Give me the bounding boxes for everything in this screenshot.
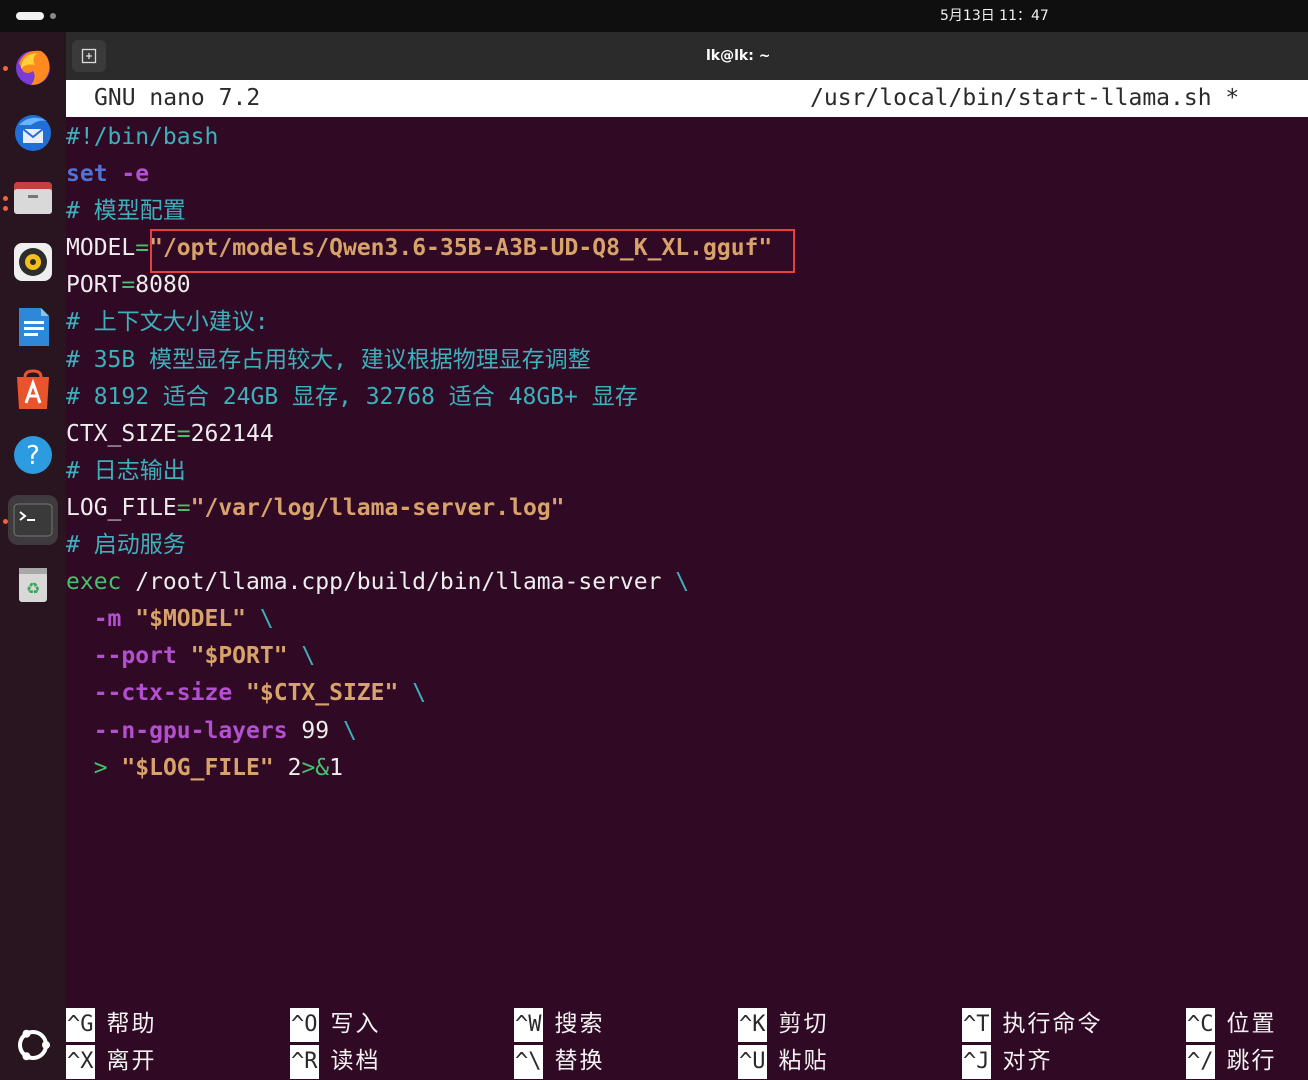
writer-icon[interactable] <box>8 302 58 352</box>
trash-icon[interactable]: ♻ <box>8 559 58 609</box>
terminal-window: lk@lk: ~ GNU nano 7.2 /usr/local/bin/sta… <box>66 32 1308 1080</box>
code-line[interactable]: # 启动服务 <box>66 527 1308 564</box>
code-line[interactable]: set -e <box>66 156 1308 193</box>
clock[interactable]: 5月13日 11：47 <box>0 0 1308 32</box>
code-line[interactable]: # 8192 适合 24GB 显存, 32768 适合 48GB+ 显存 <box>66 379 1308 416</box>
shortcut-justify[interactable]: ^J 对齐 <box>962 1043 1053 1080</box>
highlight-annotation-box <box>150 229 795 273</box>
shortcut-location[interactable]: ^C 位置 <box>1186 1006 1277 1043</box>
shortcut-cut[interactable]: ^K 剪切 <box>738 1006 829 1043</box>
code-line[interactable]: CTX_SIZE=262144 <box>66 416 1308 453</box>
files-icon[interactable] <box>8 173 58 223</box>
title-bar: lk@lk: ~ <box>66 32 1308 80</box>
code-line[interactable]: #!/bin/bash <box>66 119 1308 156</box>
thunderbird-icon[interactable] <box>8 108 58 158</box>
code-line[interactable]: --n-gpu-layers 99 \ <box>66 713 1308 750</box>
svg-text:?: ? <box>26 441 40 471</box>
code-line[interactable]: LOG_FILE="/var/log/llama-server.log" <box>66 490 1308 527</box>
code-line[interactable]: --port "$PORT" \ <box>66 638 1308 675</box>
window-title: lk@lk: ~ <box>706 48 771 64</box>
shortcut-paste[interactable]: ^U 粘贴 <box>738 1043 829 1080</box>
code-line[interactable]: # 日志输出 <box>66 453 1308 490</box>
shortcut-exit[interactable]: ^X 离开 <box>66 1043 157 1080</box>
shortcut-replace[interactable]: ^\ 替换 <box>514 1043 605 1080</box>
shortcut-bar: ^G 帮助 ^O 写入 ^W 搜索 ^K 剪切 ^T 执行命令 ^C 位置 ^X 离开 ^R 读… <box>66 1004 1308 1080</box>
shortcut-goto-line[interactable]: ^/跳行 <box>1186 1043 1277 1080</box>
code-line[interactable]: # 上下文大小建议: <box>66 304 1308 341</box>
terminal-icon[interactable] <box>8 495 58 545</box>
nano-filename: /usr/local/bin/start-llama.sh * <box>810 85 1240 111</box>
dock: ? ♻ <box>0 32 66 1080</box>
code-line[interactable]: # 35B 模型显存占用较大, 建议根据物理显存调整 <box>66 342 1308 379</box>
rhythmbox-icon[interactable] <box>8 237 58 287</box>
code-line[interactable]: exec /root/llama.cpp/build/bin/llama-ser… <box>66 564 1308 601</box>
svg-text:♻: ♻ <box>26 579 40 598</box>
firefox-icon[interactable] <box>8 42 58 92</box>
code-line[interactable]: # 模型配置 <box>66 193 1308 230</box>
nano-header: GNU nano 7.2 /usr/local/bin/start-llama.… <box>66 80 1308 117</box>
app-center-icon[interactable] <box>8 366 58 416</box>
shortcut-help[interactable]: ^G 帮助 <box>66 1006 157 1043</box>
nano-version: GNU nano 7.2 <box>94 85 261 111</box>
code-line[interactable]: -m "$MODEL" \ <box>66 601 1308 638</box>
top-bar: 5月13日 11：47 <box>0 0 1308 32</box>
ubuntu-logo-icon[interactable] <box>8 1020 58 1070</box>
editor-area[interactable]: #!/bin/bash set -e # 模型配置 MODEL="/opt/mo… <box>66 119 1308 787</box>
shortcut-execute[interactable]: ^T 执行命令 <box>962 1006 1103 1043</box>
shortcut-write[interactable]: ^O 写入 <box>290 1006 381 1043</box>
shortcut-search[interactable]: ^W 搜索 <box>514 1006 605 1043</box>
code-line[interactable]: --ctx-size "$CTX_SIZE" \ <box>66 675 1308 712</box>
code-line[interactable]: > "$LOG_FILE" 2>&1 <box>66 750 1308 787</box>
help-icon[interactable]: ? <box>8 430 58 480</box>
shortcut-read[interactable]: ^R 读档 <box>290 1043 381 1080</box>
